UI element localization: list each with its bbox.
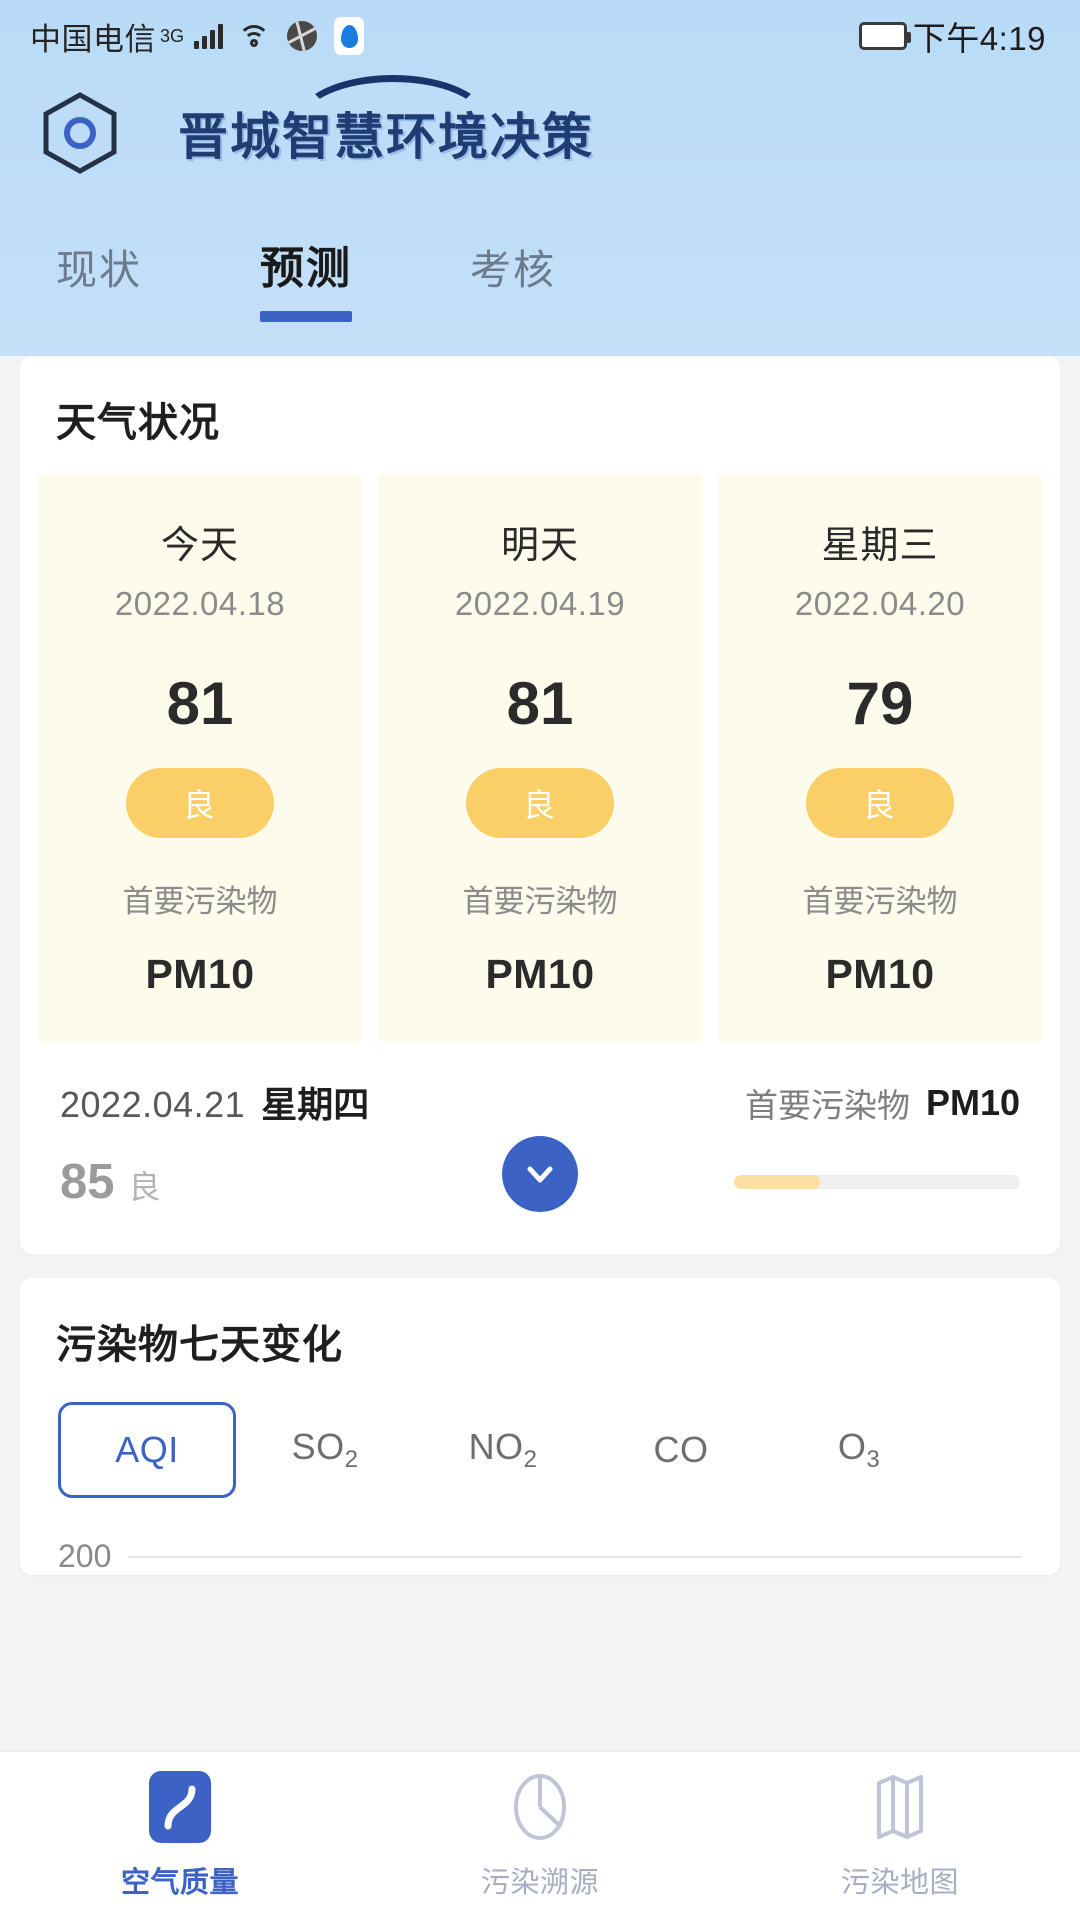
nav-item-pollution-map[interactable]: 污染地图 <box>720 1771 1080 1901</box>
chart-gridline-row: 200 <box>58 1538 1022 1575</box>
forecast-day-label: 明天 <box>500 525 579 567</box>
forecast-column-today[interactable]: 今天 2022.04.18 81 良 首要污染物 PM10 <box>38 474 362 1042</box>
forecast-aqi-value: 81 <box>506 670 574 737</box>
forecast-pollutant-value: PM10 <box>485 951 595 997</box>
title-row: 晋城智慧环境决策 <box>0 72 1080 184</box>
forecast-extra-aqi-group: 85 良 <box>60 1154 161 1210</box>
carrier-label: 中国电信 <box>30 21 156 57</box>
weather-card: 天气状况 今天 2022.04.18 81 良 首要污染物 PM10 明天 20… <box>20 356 1060 1254</box>
forecast-day-label: 今天 <box>160 525 239 567</box>
main-tabs: 现状 预测 考核 <box>0 184 1080 322</box>
forecast-extra-date: 2022.04.21 <box>60 1084 246 1125</box>
forecast-pollutant-label: 首要污染物 <box>122 884 278 919</box>
chip-sub: 3 <box>866 1446 881 1474</box>
map-icon <box>869 1771 931 1843</box>
forecast-aqi-value: 79 <box>846 670 914 737</box>
forecast-extra-pollutant-group: 首要污染物 PM10 <box>745 1079 1020 1127</box>
nav-label: 空气质量 <box>120 1867 239 1899</box>
tab-yuce[interactable]: 预测 <box>260 232 352 322</box>
forecast-extra-day-date-group: 2022.04.21 星期四 <box>60 1076 369 1128</box>
forecast-column-wednesday[interactable]: 星期三 2022.04.20 79 良 首要污染物 PM10 <box>718 474 1042 1042</box>
forecast-grade-badge: 良 <box>806 768 954 838</box>
title-arc-decoration <box>296 75 476 109</box>
chart-gridline <box>128 1555 1022 1558</box>
forecast-extra-pollutant-label: 首要污染物 <box>744 1087 910 1124</box>
forecast-pollutant-value: PM10 <box>145 951 255 997</box>
pollutant-trend-card: 污染物七天变化 AQI SO2 NO2 CO O3 200 <box>20 1278 1060 1576</box>
battery-icon <box>858 22 911 50</box>
weather-card-title: 天气状况 <box>56 401 220 445</box>
chip-label: SO <box>291 1426 345 1467</box>
forecast-grid: 今天 2022.04.18 81 良 首要污染物 PM10 明天 2022.04… <box>20 474 1060 1042</box>
pollutant-chip-group: AQI SO2 NO2 CO O3 <box>20 1396 1060 1499</box>
tab-label: 现状 <box>56 247 142 293</box>
nav-label: 污染溯源 <box>480 1867 599 1899</box>
clock-label: 下午4:19 <box>912 20 1046 57</box>
air-quality-curve-icon <box>149 1771 211 1843</box>
tab-xianzhuang[interactable]: 现状 <box>56 236 142 322</box>
page-title: 晋城智慧环境决策 <box>178 75 594 169</box>
forecast-pollutant-label: 首要污染物 <box>462 884 618 919</box>
pollutant-chip-aqi[interactable]: AQI <box>58 1402 236 1499</box>
forecast-extra-pollutant-value: PM10 <box>925 1082 1020 1123</box>
forecast-day-label: 星期三 <box>821 525 939 567</box>
nav-item-air-quality[interactable]: 空气质量 <box>0 1771 360 1901</box>
network-type-label: 3G <box>160 25 185 46</box>
pollutant-chip-o3[interactable]: O3 <box>770 1402 948 1498</box>
nav-item-pollution-source[interactable]: 污染溯源 <box>360 1771 720 1901</box>
tab-label: 考核 <box>470 247 556 293</box>
tab-kaohe[interactable]: 考核 <box>470 236 556 322</box>
pollutant-progress-fill <box>734 1175 820 1189</box>
hexagon-circle-icon <box>38 91 122 175</box>
signal-strength-icon <box>194 23 224 49</box>
chip-label: O <box>837 1426 867 1467</box>
forecast-column-tomorrow[interactable]: 明天 2022.04.19 81 良 首要污染物 PM10 <box>378 474 702 1042</box>
app-header: 中国电信 3G 下午4:19 晋城智慧环境决策 现状 预测 考核 <box>0 0 1080 356</box>
app-notification-icon <box>334 17 365 55</box>
bottom-navigation: 空气质量 污染溯源 污染地图 <box>0 1750 1080 1920</box>
chart-y-tick-label: 200 <box>58 1538 112 1575</box>
status-bar-right: 下午4:19 <box>858 12 1046 60</box>
nav-label: 污染地图 <box>840 1867 959 1899</box>
forecast-date: 2022.04.18 <box>114 585 286 622</box>
pollutant-card-title: 污染物七天变化 <box>56 1323 343 1367</box>
chip-label: NO <box>468 1426 524 1467</box>
forecast-aqi-value: 81 <box>166 670 234 737</box>
tab-label: 预测 <box>260 244 352 293</box>
pie-chart-icon <box>509 1771 571 1843</box>
forecast-extra-aqi-value: 85 <box>60 1155 115 1209</box>
forecast-extra-day-row: 2022.04.21 星期四 首要污染物 PM10 85 良 <box>20 1042 1060 1254</box>
chip-label: CO <box>653 1429 709 1471</box>
forecast-pollutant-label: 首要污染物 <box>802 884 958 919</box>
forecast-grade-badge: 良 <box>466 768 614 838</box>
forecast-date: 2022.04.19 <box>454 585 626 622</box>
forecast-extra-weekday: 星期四 <box>261 1084 370 1125</box>
forecast-date: 2022.04.20 <box>794 585 966 622</box>
wifi-icon <box>237 23 271 49</box>
pollutant-chip-co[interactable]: CO <box>592 1405 770 1495</box>
chip-sub: 2 <box>344 1446 359 1474</box>
main-content: 天气状况 今天 2022.04.18 81 良 首要污染物 PM10 明天 20… <box>0 356 1080 1576</box>
pollutant-chip-so2[interactable]: SO2 <box>236 1402 414 1498</box>
status-bar: 中国电信 3G 下午4:19 <box>0 0 1080 72</box>
forecast-pollutant-value: PM10 <box>825 951 935 997</box>
forecast-grade-badge: 良 <box>126 768 274 838</box>
chip-sub: 2 <box>523 1446 538 1474</box>
status-bar-left: 中国电信 3G <box>30 14 365 59</box>
chip-label: AQI <box>115 1429 179 1471</box>
forecast-extra-day-top: 2022.04.21 星期四 首要污染物 PM10 <box>60 1076 1020 1128</box>
expand-forecast-button[interactable] <box>502 1136 578 1212</box>
globe-icon <box>287 21 318 51</box>
chevron-down-icon <box>527 1166 553 1183</box>
forecast-extra-grade: 良 <box>128 1169 161 1205</box>
pollutant-chip-no2[interactable]: NO2 <box>414 1402 592 1498</box>
pollutant-chart: 200 <box>20 1498 1060 1575</box>
app-title-text: 晋城智慧环境决策 <box>178 109 594 165</box>
pollutant-progress-track <box>734 1175 1020 1189</box>
